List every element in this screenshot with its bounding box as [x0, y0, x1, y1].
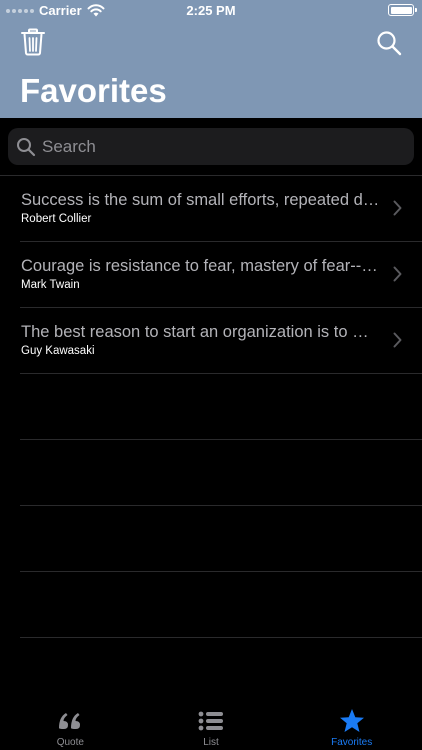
status-time: 2:25 PM — [186, 3, 236, 18]
empty-row — [20, 440, 422, 506]
tab-label: List — [203, 737, 219, 748]
tab-favorites[interactable]: Favorites — [281, 700, 422, 750]
page-title: Favorites — [20, 72, 167, 109]
list-item[interactable]: Success is the sum of small efforts, rep… — [20, 176, 422, 242]
search-input[interactable] — [42, 136, 402, 157]
chevron-right-icon — [393, 266, 402, 282]
search-bar[interactable] — [8, 128, 414, 165]
empty-row — [20, 506, 422, 572]
battery-icon — [388, 4, 417, 16]
quote-author: Mark Twain — [21, 279, 80, 291]
list-item[interactable]: The best reason to start an organization… — [20, 308, 422, 374]
list-item[interactable]: Courage is resistance to fear, mastery o… — [20, 242, 422, 308]
empty-row — [20, 374, 422, 440]
search-field-icon — [17, 137, 36, 156]
quote-text: Courage is resistance to fear, mastery o… — [21, 257, 381, 275]
trash-icon[interactable] — [20, 28, 46, 56]
navigation-header: Carrier 2:25 PM Favorites — [0, 0, 422, 118]
tab-list[interactable]: List — [141, 700, 282, 750]
chevron-right-icon — [393, 332, 402, 348]
tab-quote[interactable]: Quote — [0, 700, 141, 750]
tab-bar: Quote List Favorites — [0, 700, 422, 750]
chevron-right-icon — [393, 200, 402, 216]
empty-row — [20, 572, 422, 638]
quote-author: Robert Collier — [21, 213, 92, 225]
status-bar: Carrier 2:25 PM — [0, 0, 422, 22]
quote-text: Success is the sum of small efforts, rep… — [21, 191, 381, 209]
tab-label: Favorites — [331, 737, 373, 748]
favorites-list: Success is the sum of small efforts, rep… — [0, 176, 422, 638]
list-icon — [198, 711, 223, 731]
tab-label: Quote — [56, 737, 84, 748]
quote-author: Guy Kawasaki — [21, 345, 95, 357]
star-icon — [339, 709, 364, 732]
search-icon[interactable] — [376, 30, 402, 56]
quote-text: The best reason to start an organization… — [21, 323, 381, 341]
quote-icon — [59, 713, 81, 729]
